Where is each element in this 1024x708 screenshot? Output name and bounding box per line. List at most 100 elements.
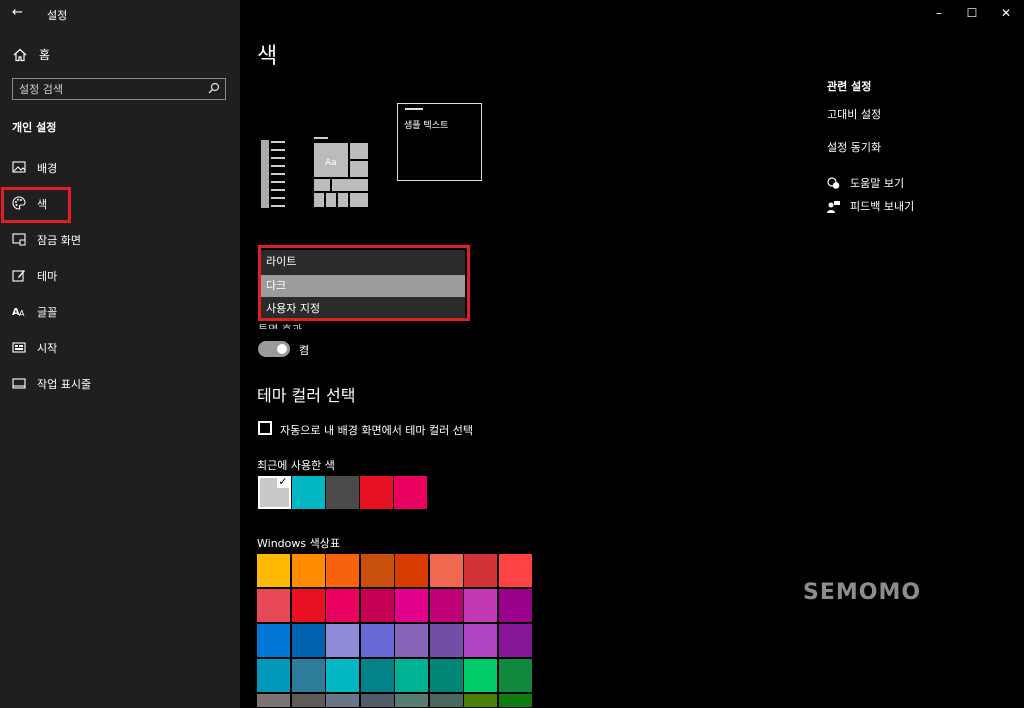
theme-icon	[12, 270, 25, 282]
palette-color-swatch[interactable]	[257, 659, 290, 692]
help-chat-icon	[827, 176, 840, 189]
theme-color-heading: 테마 컬러 선택	[257, 386, 356, 405]
sidebar-item-label: 잠금 화면	[37, 234, 81, 247]
get-help-link[interactable]: 도움말 보기	[827, 175, 904, 191]
get-help-label: 도움말 보기	[850, 177, 905, 190]
sidebar: ← 설정 홈 개인 설정 배경 색	[0, 0, 240, 708]
palette-color-swatch[interactable]	[429, 589, 463, 622]
palette-color-swatch[interactable]	[360, 659, 394, 692]
sidebar-item-theme[interactable]: 테마	[0, 259, 240, 291]
home-icon	[13, 48, 27, 61]
sidebar-item-taskbar[interactable]: 작업 표시줄	[0, 367, 240, 399]
feedback-link[interactable]: 피드백 보내기	[827, 198, 914, 214]
start-icon	[12, 342, 26, 353]
palette-color-swatch[interactable]	[464, 589, 497, 622]
sidebar-item-fonts[interactable]: A A 글꼴	[0, 295, 240, 327]
palette-color-swatch[interactable]	[429, 624, 463, 657]
palette-color-swatch[interactable]	[395, 659, 428, 692]
palette-color-swatch[interactable]	[498, 589, 532, 622]
feedback-label: 피드백 보내기	[850, 200, 915, 213]
sync-settings-link[interactable]: 설정 동기화	[827, 139, 881, 155]
palette-color-swatch[interactable]	[498, 659, 532, 692]
toggle-state-label: 켬	[299, 344, 310, 357]
search-input[interactable]	[19, 81, 199, 97]
search-box[interactable]	[12, 78, 226, 100]
home-nav-item[interactable]: 홈	[13, 46, 50, 63]
palette-color-swatch[interactable]	[498, 554, 532, 587]
search-icon[interactable]	[208, 82, 220, 94]
palette-color-swatch[interactable]	[360, 589, 394, 622]
palette-color-swatch[interactable]	[326, 624, 359, 657]
auto-color-checkbox[interactable]	[258, 421, 272, 435]
sidebar-item-label: 글꼴	[37, 306, 58, 319]
recent-color-swatch[interactable]	[360, 476, 393, 509]
sidebar-item-label: 배경	[37, 162, 58, 175]
palette-color-swatch[interactable]	[395, 624, 428, 657]
sidebar-item-label: 시작	[37, 342, 58, 355]
recent-color-swatch[interactable]	[292, 476, 325, 509]
palette-color-swatch[interactable]	[498, 694, 532, 707]
close-button[interactable]: ✕	[991, 4, 1021, 22]
palette-color-swatch[interactable]	[360, 624, 394, 657]
sidebar-item-lock-screen[interactable]: 잠금 화면	[0, 223, 240, 255]
high-contrast-link[interactable]: 고대비 설정	[827, 106, 881, 122]
palette-color-swatch[interactable]	[257, 624, 290, 657]
page-title: 색	[257, 44, 278, 69]
recent-color-swatch[interactable]	[394, 476, 427, 509]
related-settings-title: 관련 설정	[827, 80, 872, 93]
transparency-toggle[interactable]	[258, 341, 290, 357]
windows-colors-heading: Windows 색상표	[257, 537, 340, 550]
palette-color-swatch[interactable]	[257, 554, 290, 587]
palette-color-swatch[interactable]	[326, 554, 359, 587]
app-title: 설정	[47, 9, 68, 22]
palette-color-swatch[interactable]	[464, 554, 497, 587]
toggle-knob	[277, 344, 287, 354]
palette-color-swatch[interactable]	[326, 659, 359, 692]
palette-color-swatch[interactable]	[464, 624, 497, 657]
section-title: 개인 설정	[12, 121, 57, 134]
maximize-button[interactable]: ☐	[957, 4, 987, 22]
palette-color-swatch[interactable]	[395, 694, 428, 707]
recent-colors-heading: 최근에 사용한 색	[257, 459, 335, 472]
palette-color-swatch[interactable]	[464, 659, 497, 692]
sidebar-item-label: 테마	[37, 270, 58, 283]
svg-text:A: A	[19, 309, 25, 318]
palette-color-swatch[interactable]	[291, 694, 325, 707]
sidebar-item-label: 작업 표시줄	[37, 378, 92, 391]
palette-color-swatch[interactable]	[395, 554, 428, 587]
palette-color-swatch[interactable]	[291, 624, 325, 657]
palette-color-swatch[interactable]	[395, 589, 428, 622]
sidebar-item-background[interactable]: 배경	[0, 151, 240, 183]
palette-color-swatch[interactable]	[429, 694, 463, 707]
palette-color-swatch[interactable]	[257, 589, 290, 622]
palette-color-swatch[interactable]	[464, 694, 497, 707]
palette-color-swatch[interactable]	[291, 554, 325, 587]
highlight-box-dropdown	[258, 245, 470, 321]
palette-color-swatch[interactable]	[429, 659, 463, 692]
sample-text-window: 샘플 텍스트	[397, 103, 482, 181]
taskbar-icon	[12, 378, 26, 389]
start-list-preview	[261, 140, 285, 208]
palette-color-swatch[interactable]	[360, 694, 394, 707]
palette-color-swatch[interactable]	[429, 554, 463, 587]
sample-text: 샘플 텍스트	[404, 121, 449, 131]
color-preview-illustration: Aa	[261, 137, 368, 208]
palette-color-swatch[interactable]	[291, 589, 325, 622]
palette-color-swatch[interactable]	[326, 694, 359, 707]
selected-check-icon: ✓	[277, 475, 289, 488]
back-button[interactable]: ←	[12, 5, 23, 20]
palette-color-swatch[interactable]	[326, 589, 359, 622]
minimize-button[interactable]: –	[924, 4, 954, 22]
highlight-box-color-item	[1, 187, 71, 223]
sidebar-item-start[interactable]: 시작	[0, 331, 240, 363]
image-icon	[12, 161, 26, 173]
recent-color-swatch[interactable]: ✓	[258, 476, 291, 509]
palette-color-swatch[interactable]	[257, 694, 290, 707]
related-settings: 관련 설정 고대비 설정 설정 동기화	[827, 78, 881, 172]
recent-color-swatch[interactable]	[326, 476, 359, 509]
auto-color-label: 자동으로 내 배경 화면에서 테마 컬러 선택	[280, 424, 474, 437]
palette-color-swatch[interactable]	[360, 554, 394, 587]
feedback-person-icon	[827, 200, 840, 213]
palette-color-swatch[interactable]	[291, 659, 325, 692]
palette-color-swatch[interactable]	[498, 624, 532, 657]
